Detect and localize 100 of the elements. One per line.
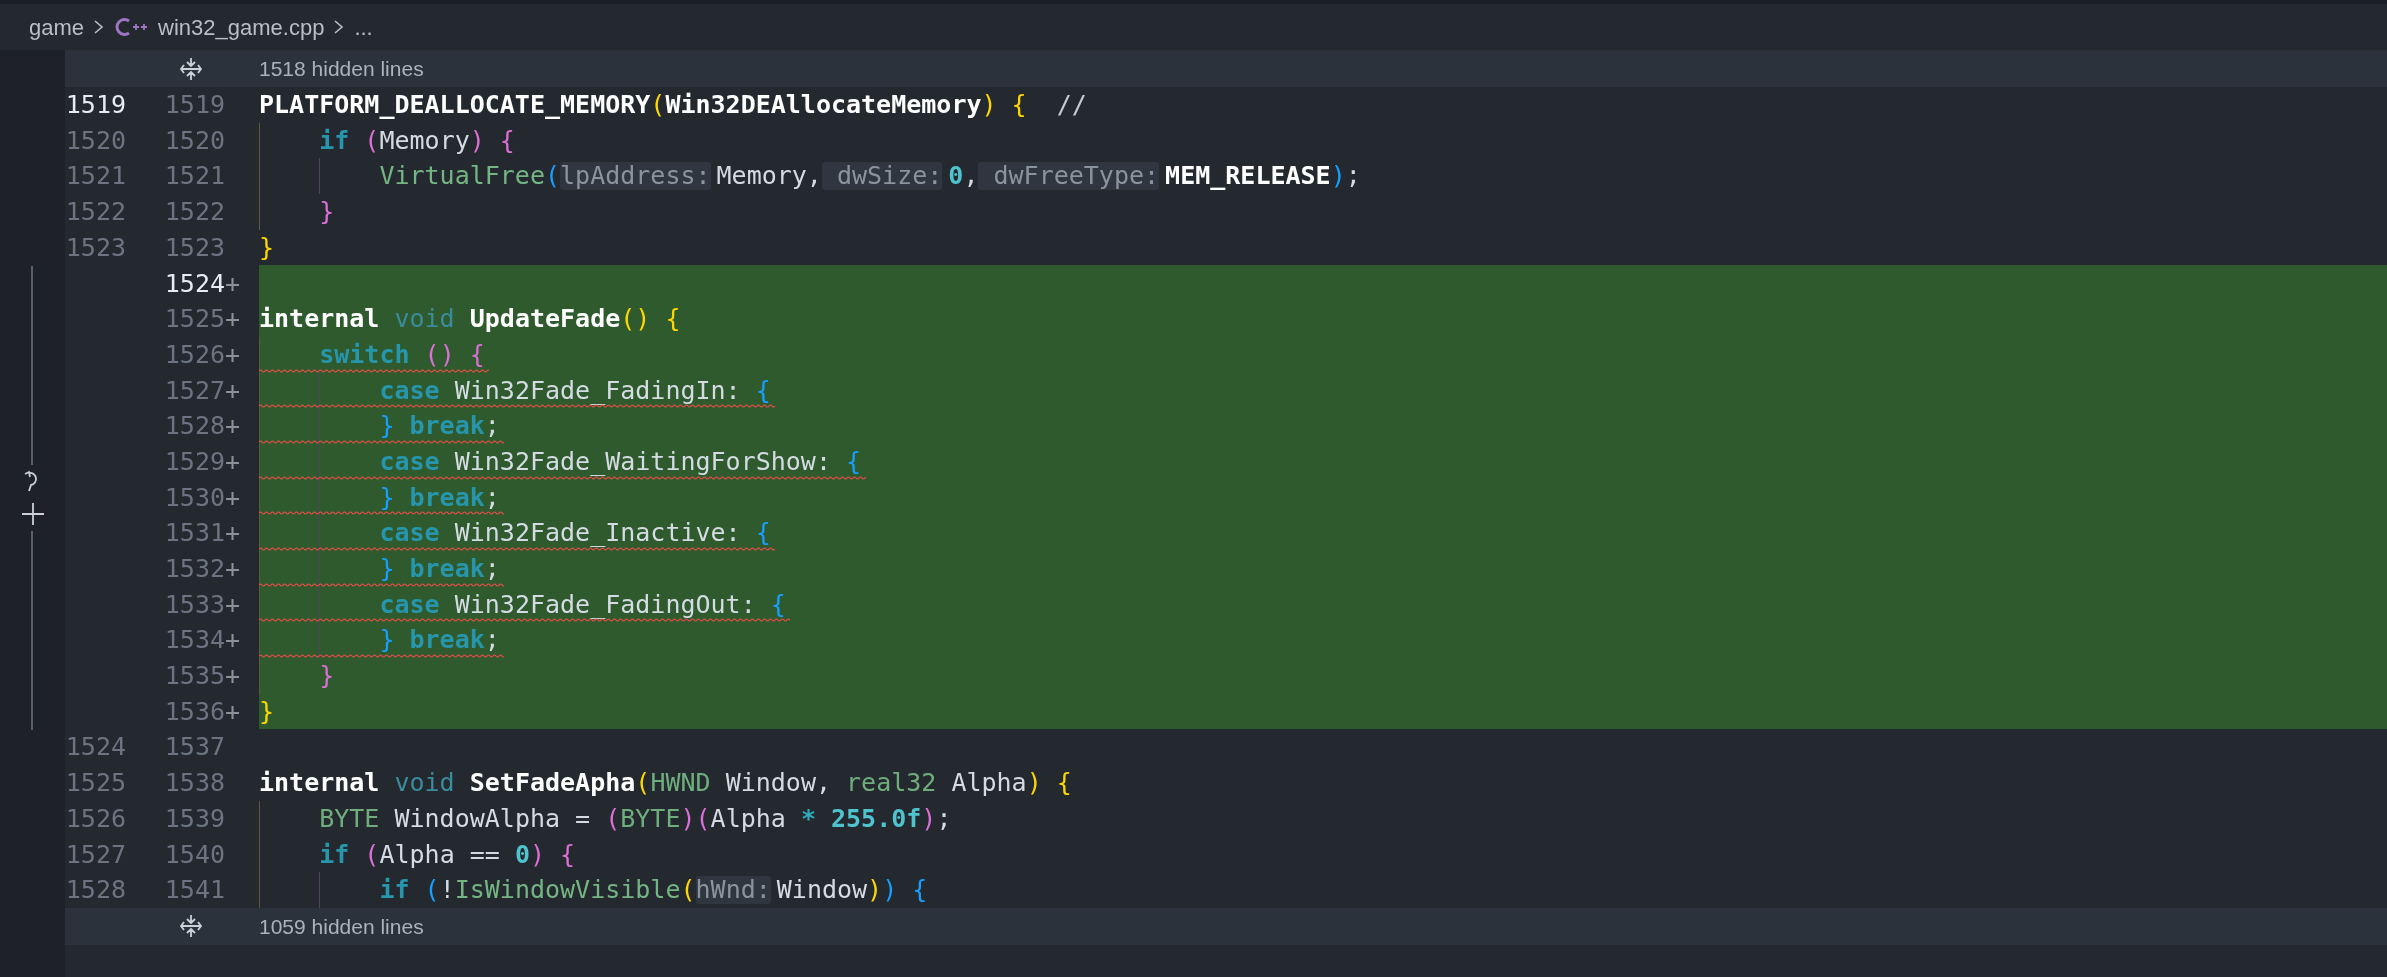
bracket: ( [635,769,651,797]
bracket: ) [439,340,455,369]
code-token: case [379,447,440,476]
code-token: internal [259,305,380,333]
bracket: ) [1330,162,1346,190]
breadcrumb-item[interactable]: ... [354,10,373,44]
plus-icon [19,500,46,527]
code-token: ; [484,483,500,512]
bracket: { [1055,769,1072,797]
line-number: 1537 [164,731,225,764]
line-number: 1528 [65,874,126,907]
bracket: { [754,376,771,405]
line-number: 1532 [164,553,225,586]
line-number: 1535 [164,660,225,693]
diff-marker: + [225,624,241,657]
bracket: } [379,626,395,654]
line-number: 1528 [164,410,225,443]
bracket: } [379,555,395,583]
bracket: } [319,198,335,226]
line-number: 1520 [65,124,126,157]
diff-marker: + [225,695,241,728]
line-number: 1527 [164,374,225,407]
code-token: UpdateFade [468,305,621,333]
line-number: 1533 [164,588,225,621]
line-number: 1519 [164,89,225,122]
line-number: 1521 [65,160,126,193]
code-token: ; [1345,162,1361,190]
diff-marker: + [225,267,241,300]
bracket: } [319,662,335,690]
line-number: 1523 [65,231,126,264]
bracket: { [468,340,485,369]
code-token: HWND [650,769,711,797]
diff-marker: + [225,588,241,621]
line-number: 1526 [164,338,225,371]
bracket: ( [680,876,696,904]
diff-marker: + [225,303,241,336]
bracket: } [259,233,275,262]
bracket: ( [363,126,380,155]
bracket: { [754,519,771,547]
line-number: 1525 [164,303,225,336]
code-comment: // [1055,91,1087,119]
breadcrumb-item[interactable]: game [29,10,85,44]
code-token: void [393,769,455,797]
bracket: ) [981,91,997,119]
line-number: 1527 [65,838,126,871]
line-number: 1521 [164,160,225,193]
code-token: break [408,626,485,654]
inlay-hint: hWnd: [695,876,771,904]
code-token: case [379,590,440,619]
inlay-hint: dwFreeType: [978,162,1160,190]
code-token: Alpha [950,769,1027,797]
code-token: Win32Fade_Inactive: [453,519,741,547]
hidden-lines-label[interactable]: 1059 hidden lines [259,910,424,943]
diff-marker: + [225,517,241,550]
line-number: 1541 [164,874,225,907]
line-number: 1529 [164,445,225,478]
diff-marker: + [225,660,241,693]
bracket: { [1010,91,1027,119]
line-number: 1530 [164,481,225,514]
code-token: Win32Fade_FadingOut: [453,590,756,619]
breadcrumb-item[interactable]: win32_game.cpp [158,10,325,44]
hidden-lines-label[interactable]: 1518 hidden lines [259,52,424,85]
code-token: Memory, [716,162,822,190]
bracket: { [769,590,786,619]
diff-marker: + [225,553,241,586]
code-token: , [963,162,979,190]
diff-marker: + [225,410,241,443]
code-token: Memory [379,126,470,155]
code-token: if [379,876,410,904]
code-token: Window [776,876,868,904]
line-number: 1525 [65,767,126,800]
code-token: case [379,519,440,547]
code-token: VirtualFree [379,162,545,190]
line-number: 1520 [164,124,225,157]
code-token: ; [484,626,500,654]
unfold-icon [179,56,203,81]
bracket: { [559,840,576,869]
line-number: 1536 [164,695,225,728]
code-token: 255.0f [830,804,922,833]
bracket: { [911,876,928,904]
bracket: { [498,126,515,155]
code-token: BYTE [319,804,380,833]
code-token: Alpha [710,804,786,833]
bracket: ) [882,876,898,904]
code-token: Alpha == [379,840,500,869]
code-token: 0 [513,840,530,869]
line-number: 1526 [65,802,126,835]
code-token: ; [484,412,500,440]
code-token: BYTE [620,804,681,833]
code-token: MEM_RELEASE [1165,162,1331,190]
line-number: 1538 [164,767,225,800]
diff-marker: + [225,481,241,514]
bracket: ( [423,340,440,369]
line-number: 1534 [164,624,225,657]
inlay-hint: dwSize: [821,162,943,190]
bracket: } [379,412,395,440]
code-token: if [319,840,350,869]
code-token: real32 [845,769,937,797]
bracket: } [259,697,275,726]
code-token: void [393,305,455,333]
